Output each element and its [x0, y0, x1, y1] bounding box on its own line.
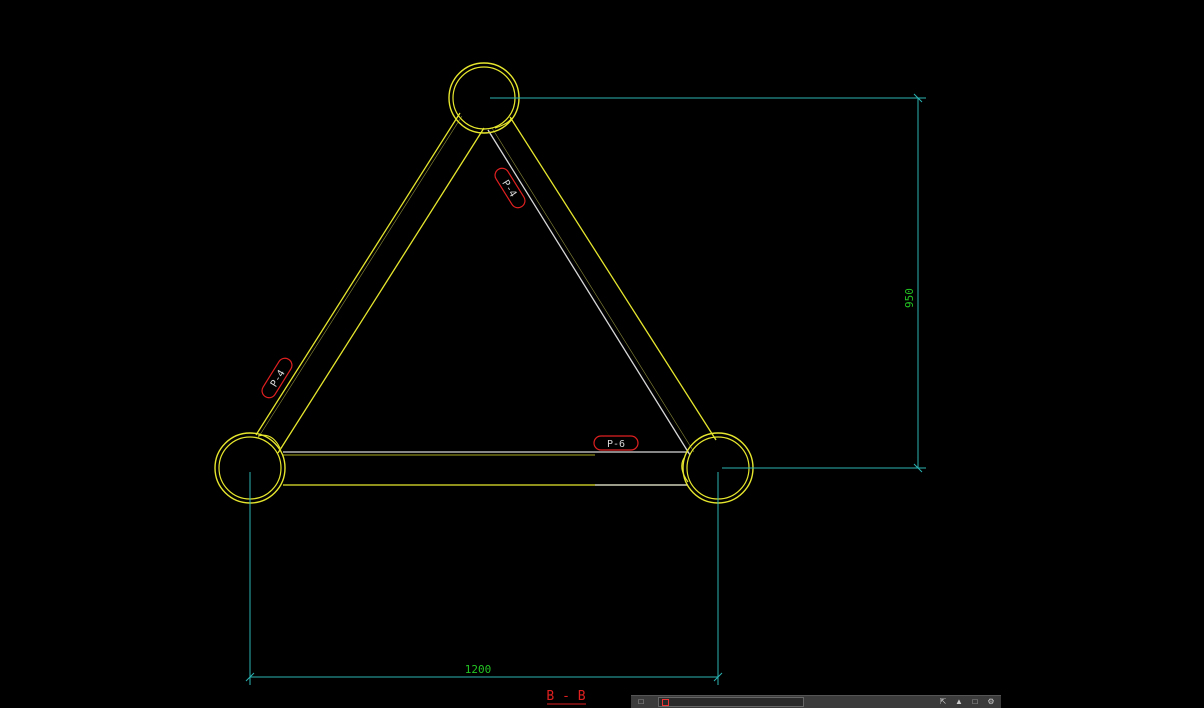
tag-left-diagonal[interactable]: P-4: [259, 356, 294, 401]
horizontal-dimension: [245, 472, 723, 685]
model-tab[interactable]: □: [631, 696, 654, 708]
tag-right-diagonal[interactable]: P-4: [492, 166, 527, 211]
up-arrow-icon[interactable]: ▲: [955, 698, 963, 706]
tag-bottom-chord[interactable]: P-6: [593, 435, 639, 451]
cad-drawing-canvas[interactable]: 950 1200 P-4 P-4 P-6 B - B: [0, 0, 1204, 707]
bottom-chord-tube: [283, 451, 688, 486]
dimension-horizontal-text: 1200: [465, 663, 492, 676]
dimension-vertical-text: 950: [903, 288, 916, 308]
layer-swatch-icon: [662, 698, 669, 706]
model-icon: □: [638, 697, 644, 706]
vertical-dimension: [490, 93, 926, 473]
status-bar: □ ⇱ ▲ □ ⚙: [631, 695, 1001, 708]
section-label-text: B - B: [546, 689, 585, 704]
expand-icon[interactable]: ⇱: [939, 698, 947, 706]
section-label: B - B: [546, 689, 586, 705]
status-icons: ⇱ ▲ □ ⚙: [939, 698, 1001, 706]
square-icon[interactable]: □: [971, 698, 979, 706]
right-diagonal-tube: [487, 116, 717, 456]
tag-bottom-chord-text: P-6: [607, 439, 625, 450]
gear-icon[interactable]: ⚙: [987, 698, 995, 706]
left-diagonal-tube: [255, 112, 485, 454]
layer-dropdown[interactable]: [658, 697, 804, 707]
truss-members: [255, 112, 717, 486]
